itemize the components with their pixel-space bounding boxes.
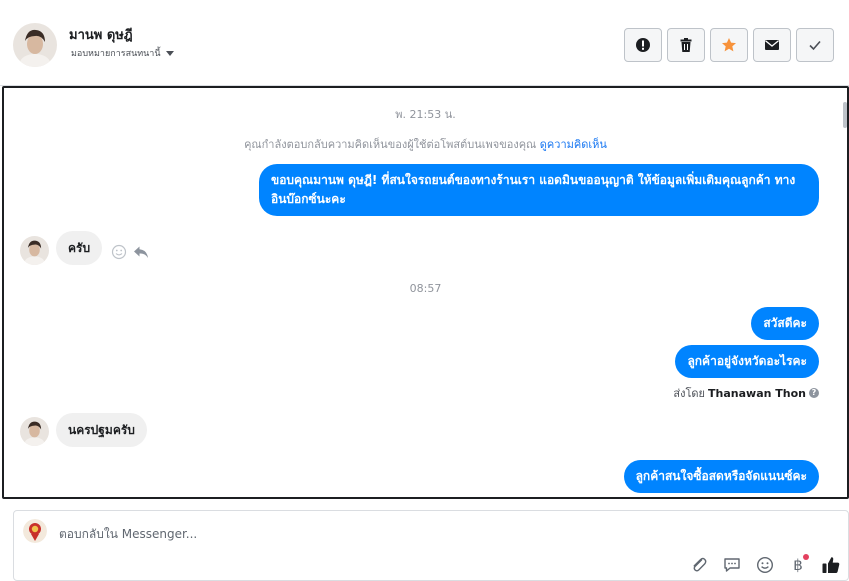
emoji-button[interactable] [754,554,776,576]
check-icon [809,40,821,51]
sent-by-name[interactable]: Thanawan Thon [708,387,806,400]
outgoing-message: ลูกค้าอยู่จังหวัดอะไรคะ [675,345,819,378]
saved-replies-button[interactable] [721,554,743,576]
assign-conversation-dropdown[interactable]: มอบหมายการสนทนานี้ [71,46,174,60]
message-thread[interactable]: พ. 21:53 น. คุณกำลังตอบกลับความคิดเห็นขอ… [2,86,849,499]
conversation-header: มานพ ดุษฎี มอบหมายการสนทนานี้ [0,0,849,86]
star-icon [722,38,736,52]
view-comment-link[interactable]: ดูความคิดเห็น [540,138,607,151]
reply-notice: คุณกำลังตอบกลับความคิดเห็นของผู้ใช้ต่อโพ… [4,135,847,153]
notification-dot [803,554,809,560]
avatar [20,417,49,446]
smiley-icon[interactable] [111,244,127,260]
report-button[interactable] [624,28,662,62]
reply-composer: ตอบกลับใน Messenger... ฿ [13,510,849,581]
envelope-icon [765,40,779,50]
incoming-message: ครับ [56,231,103,265]
message-actions [111,244,149,260]
assign-label: มอบหมายการสนทนานี้ [71,49,161,59]
mark-unread-button[interactable] [753,28,791,62]
timestamp: พ. 21:53 น. [395,108,456,121]
avatar [20,236,49,265]
paperclip-icon [693,557,707,572]
outgoing-message: สวัสดีคะ [751,307,819,340]
reply-input[interactable]: ตอบกลับใน Messenger... [59,525,197,544]
sent-by: ส่งโดย Thanawan Thon ? [673,384,819,402]
baht-icon: ฿ [793,556,803,574]
notice-text: คุณกำลังตอบกลับความคิดเห็นของผู้ใช้ต่อโพ… [244,138,537,151]
composer-tools: ฿ [688,554,842,576]
caret-down-icon [165,50,174,56]
reply-icon[interactable] [133,244,149,260]
attach-button[interactable] [688,554,710,576]
trash-icon [680,38,692,52]
mark-done-button[interactable] [796,28,834,62]
timestamp: 08:57 [409,282,442,295]
delete-button[interactable] [667,28,705,62]
like-button[interactable] [820,554,842,576]
outgoing-message: ลูกค้าสนใจซื้อสดหรือจัดแนนซ์คะ [623,460,819,493]
header-actions [624,28,834,62]
incoming-message: นครปฐมครับ [56,413,147,447]
avatar[interactable] [13,23,57,67]
outgoing-message: ขอบคุณมานพ ดุษฎี! ที่สนใจรถยนต์ของทางร้า… [259,164,819,216]
star-button[interactable] [710,28,748,62]
payment-button[interactable]: ฿ [787,554,809,576]
smiley-icon [756,556,774,574]
thumbs-up-icon [822,557,840,573]
speech-bubble-icon [724,558,740,572]
report-icon [636,38,650,52]
contact-name: มานพ ดุษฎี [69,28,133,43]
page-avatar [23,519,47,543]
question-icon[interactable]: ? [809,388,819,398]
sent-by-label: ส่งโดย [673,387,706,400]
